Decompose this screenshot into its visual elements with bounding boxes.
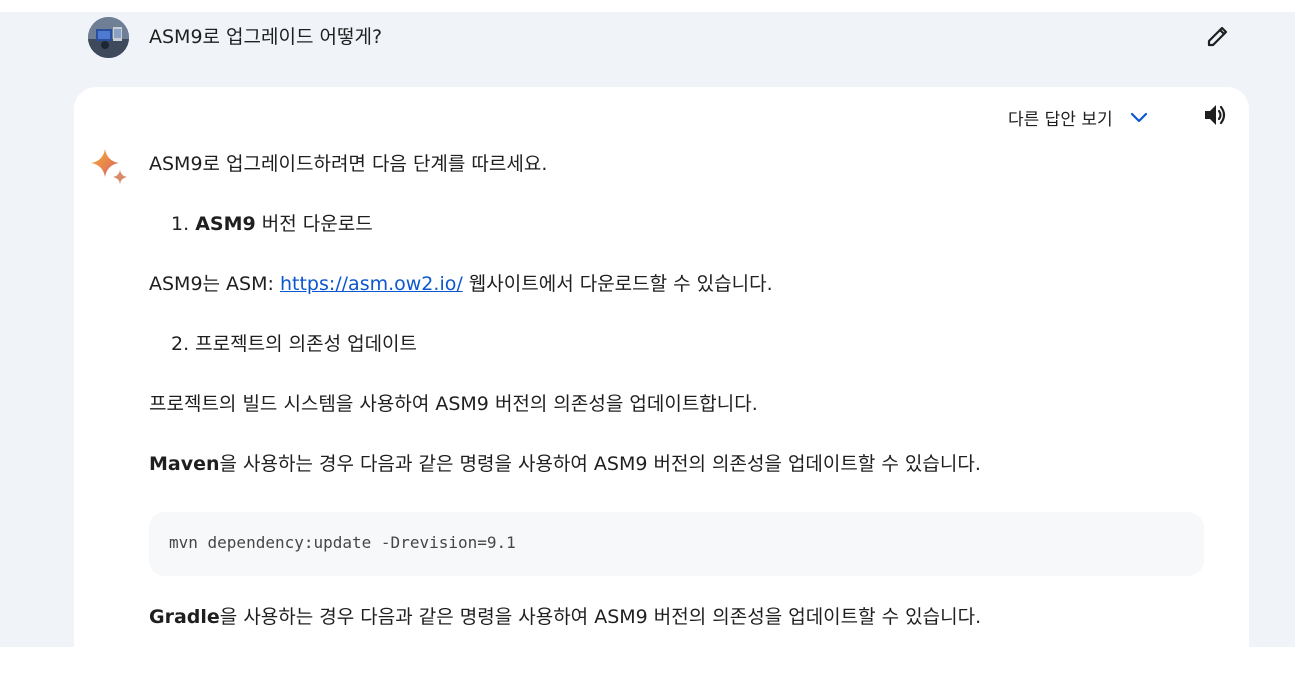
- asm-website-link[interactable]: https://asm.ow2.io/: [280, 273, 463, 295]
- conversation-area: ASM9로 업그레이드 어떻게? 다른 답안 보기 ASM9로 업그레이드하려면…: [0, 12, 1295, 687]
- intro-paragraph: ASM9로 업그레이드하려면 다음 단계를 따르세요.: [149, 153, 548, 175]
- gradle-bold: Gradle: [149, 606, 220, 628]
- maven-text: 을 사용하는 경우 다음과 같은 명령을 사용하여 ASM9 버전의 의존성을 …: [219, 453, 981, 475]
- chevron-down-icon: [1129, 107, 1149, 127]
- user-prompt-text: ASM9로 업그레이드 어떻게?: [149, 26, 383, 48]
- code-block[interactable]: mvn dependency:update -Drevision=9.1: [149, 512, 1204, 576]
- maven-bold: Maven: [149, 453, 220, 475]
- step-2-heading: 2. 프로젝트의 의존성 업데이트: [171, 333, 418, 355]
- view-other-drafts-button[interactable]: 다른 답안 보기: [1008, 104, 1149, 130]
- edit-prompt-button[interactable]: [1203, 23, 1233, 53]
- user-avatar[interactable]: [88, 17, 129, 58]
- pencil-icon: [1205, 23, 1231, 53]
- step-1-text: 버전 다운로드: [255, 213, 373, 235]
- step-1-number: 1.: [171, 213, 190, 235]
- step-1-heading: 1. ASM9 버전 다운로드: [171, 211, 373, 237]
- avatar-image: [88, 17, 129, 58]
- speaker-icon: [1202, 102, 1228, 132]
- sparkle-icon: [89, 147, 129, 187]
- maven-paragraph: Maven을 사용하는 경우 다음과 같은 명령을 사용하여 ASM9 버전의 …: [149, 451, 981, 477]
- step-1-bold: ASM9: [195, 213, 256, 235]
- view-other-drafts-label: 다른 답안 보기: [1008, 109, 1113, 130]
- download-paragraph: ASM9는 ASM: https://asm.ow2.io/ 웹사이트에서 다운…: [149, 271, 773, 297]
- code-text: mvn dependency:update -Drevision=9.1: [169, 533, 516, 552]
- response-card: 다른 답안 보기 ASM9로 업그레이드하려면 다음 단계를 따르세요. 1. …: [74, 87, 1249, 687]
- dependency-paragraph: 프로젝트의 빌드 시스템을 사용하여 ASM9 버전의 의존성을 업데이트합니다…: [149, 393, 758, 415]
- gradle-paragraph: Gradle을 사용하는 경우 다음과 같은 명령을 사용하여 ASM9 버전의…: [149, 604, 981, 630]
- download-text-before: ASM9는 ASM:: [149, 273, 280, 295]
- gradle-text: 을 사용하는 경우 다음과 같은 명령을 사용하여 ASM9 버전의 의존성을 …: [219, 606, 982, 628]
- read-aloud-button[interactable]: [1200, 102, 1230, 132]
- download-text-after: 웹사이트에서 다운로드할 수 있습니다.: [462, 273, 773, 295]
